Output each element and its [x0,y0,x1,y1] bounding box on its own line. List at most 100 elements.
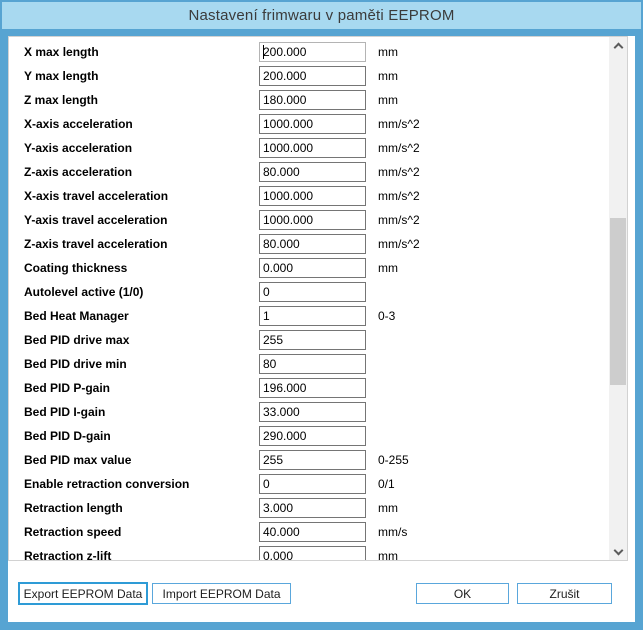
setting-input[interactable] [259,114,366,134]
setting-unit: mm/s^2 [378,189,420,203]
setting-input-wrap [259,426,366,446]
setting-input-wrap [259,234,366,254]
import-eeprom-button[interactable]: Import EEPROM Data [152,583,291,604]
scroll-down-button[interactable] [609,543,627,560]
setting-row: Y-axis acceleration mm/s^2 [9,136,609,160]
setting-label: Bed PID drive min [24,357,259,371]
setting-label: X-axis travel acceleration [24,189,259,203]
setting-row: Bed PID D-gain [9,424,609,448]
setting-input[interactable] [259,162,366,182]
cancel-button[interactable]: Zrušit [517,583,612,604]
setting-unit: mm [378,501,398,515]
setting-input-wrap [259,210,366,230]
setting-row: Y-axis travel acceleration mm/s^2 [9,208,609,232]
setting-input[interactable] [259,522,366,542]
setting-label: Bed Heat Manager [24,309,259,323]
setting-unit: 0/1 [378,477,395,491]
setting-input-wrap [259,162,366,182]
scrollbar-thumb[interactable] [610,218,626,385]
setting-input[interactable] [259,498,366,518]
setting-input[interactable] [259,66,366,86]
dialog-title: Nastavení frimwaru v paměti EEPROM [188,7,454,24]
setting-label: Retraction speed [24,525,259,539]
setting-unit: mm [378,549,398,561]
setting-input[interactable] [259,282,366,302]
setting-input-wrap [259,450,366,470]
setting-row: Bed PID drive max [9,328,609,352]
setting-row: Z max length mm [9,88,609,112]
setting-input[interactable] [259,450,366,470]
setting-input-wrap [259,90,366,110]
titlebar[interactable]: Nastavení frimwaru v paměti EEPROM [2,2,641,29]
setting-label: Bed PID I-gain [24,405,259,419]
setting-label: Z-axis acceleration [24,165,259,179]
setting-input-wrap [259,522,366,542]
setting-label: Bed PID D-gain [24,429,259,443]
setting-label: Autolevel active (1/0) [24,285,259,299]
setting-input[interactable] [259,402,366,422]
setting-row: Z-axis travel acceleration mm/s^2 [9,232,609,256]
setting-input[interactable] [259,354,366,374]
setting-label: Retraction z-lift [24,549,259,561]
export-eeprom-button[interactable]: Export EEPROM Data [18,582,148,605]
setting-label: Enable retraction conversion [24,477,259,491]
setting-input-wrap [259,66,366,86]
setting-label: Z-axis travel acceleration [24,237,259,251]
scrollbar[interactable] [609,37,627,560]
settings-rows: X max length mm Y max length mm Z max le… [9,40,609,561]
setting-row: Bed PID max value 0-255 [9,448,609,472]
setting-row: Z-axis acceleration mm/s^2 [9,160,609,184]
setting-unit: mm/s^2 [378,141,420,155]
setting-input-wrap [259,402,366,422]
setting-unit: mm [378,261,398,275]
setting-unit: mm/s^2 [378,165,420,179]
setting-input-wrap [259,138,366,158]
setting-unit: mm/s [378,525,407,539]
setting-unit: 0-3 [378,309,395,323]
setting-label: Y-axis acceleration [24,141,259,155]
setting-input-wrap [259,42,366,62]
setting-input[interactable] [259,546,366,561]
setting-unit: mm/s^2 [378,237,420,251]
setting-input[interactable] [259,42,366,62]
setting-label: X-axis acceleration [24,117,259,131]
setting-input-wrap [259,498,366,518]
setting-row: Retraction z-lift mm [9,544,609,561]
dialog-window: Nastavení frimwaru v paměti EEPROM X max… [0,0,643,630]
setting-label: Y-axis travel acceleration [24,213,259,227]
setting-input[interactable] [259,330,366,350]
settings-panel: X max length mm Y max length mm Z max le… [8,36,628,561]
setting-unit: mm/s^2 [378,213,420,227]
chevron-down-icon [613,545,623,555]
setting-row: Bed PID P-gain [9,376,609,400]
setting-row: X-axis acceleration mm/s^2 [9,112,609,136]
setting-input[interactable] [259,426,366,446]
setting-input[interactable] [259,90,366,110]
setting-input-wrap [259,258,366,278]
scroll-up-button[interactable] [609,37,627,54]
setting-unit: mm [378,45,398,59]
setting-row: Autolevel active (1/0) [9,280,609,304]
setting-row: Enable retraction conversion 0/1 [9,472,609,496]
setting-unit: 0-255 [378,453,409,467]
setting-input[interactable] [259,474,366,494]
setting-input[interactable] [259,258,366,278]
setting-input[interactable] [259,234,366,254]
setting-input-wrap [259,378,366,398]
text-caret [263,45,264,59]
setting-input[interactable] [259,210,366,230]
ok-button[interactable]: OK [416,583,509,604]
setting-label: Bed PID P-gain [24,381,259,395]
setting-input[interactable] [259,378,366,398]
setting-row: Bed PID drive min [9,352,609,376]
setting-row: Bed PID I-gain [9,400,609,424]
setting-row: X-axis travel acceleration mm/s^2 [9,184,609,208]
setting-input-wrap [259,114,366,134]
setting-label: Bed PID max value [24,453,259,467]
setting-input-wrap [259,282,366,302]
setting-input[interactable] [259,306,366,326]
dialog-content: X max length mm Y max length mm Z max le… [8,36,635,622]
setting-input[interactable] [259,186,366,206]
setting-input[interactable] [259,138,366,158]
chevron-up-icon [613,42,623,52]
